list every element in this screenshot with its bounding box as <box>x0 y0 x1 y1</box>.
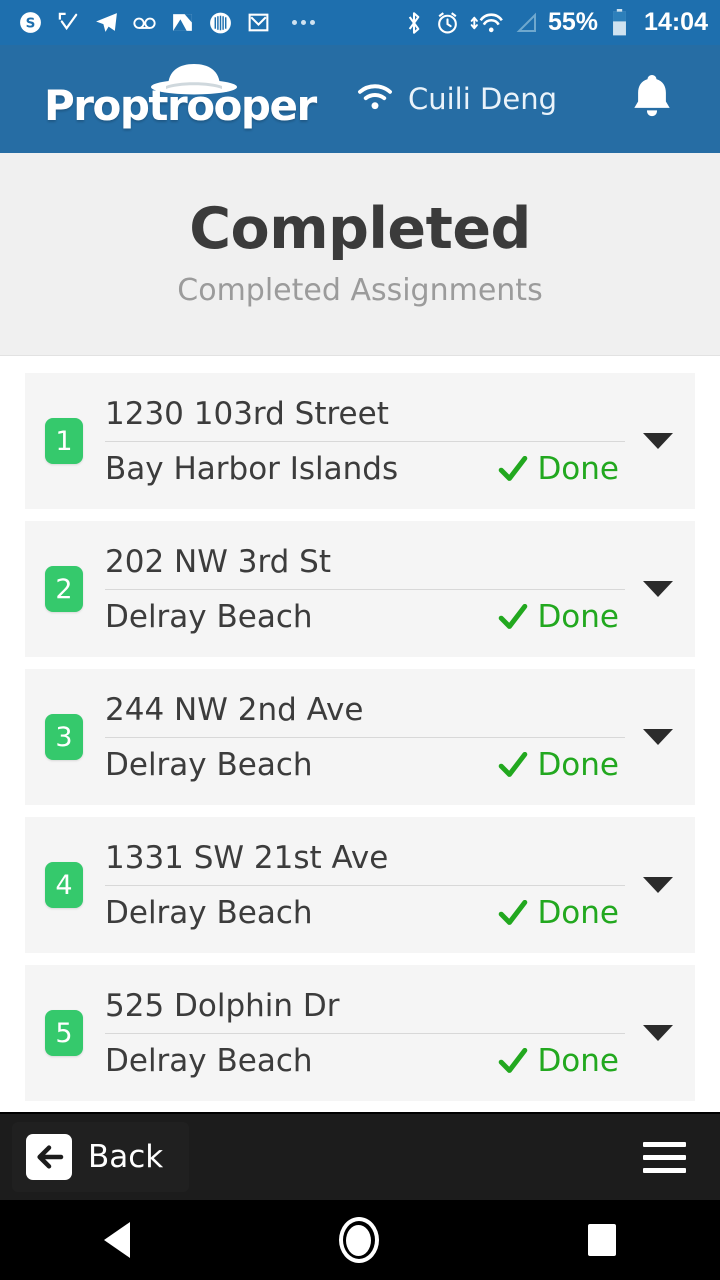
check-icon <box>499 604 528 630</box>
gmail-icon <box>246 10 271 35</box>
chevron-down-icon[interactable] <box>635 729 681 745</box>
assignment-number-badge: 4 <box>45 862 83 908</box>
assignment-number-badge: 2 <box>45 566 83 612</box>
chevron-down-icon[interactable] <box>635 581 681 597</box>
gallery-icon <box>170 10 195 35</box>
bluetooth-icon <box>401 10 426 35</box>
arrow-left-icon <box>26 1134 72 1180</box>
status-badge: Done <box>498 747 625 783</box>
check-icon <box>499 752 528 778</box>
status-label: Done <box>537 451 619 488</box>
assignment-city: Delray Beach <box>105 895 313 932</box>
assignment-city: Delray Beach <box>105 599 313 636</box>
status-badge: Done <box>498 451 625 487</box>
phone-screen: S 55% 14:04 Proptrooper Cuili Deng Compl… <box>0 0 720 1280</box>
nav-back-icon[interactable] <box>104 1222 131 1258</box>
assignment-number-badge: 3 <box>45 714 83 760</box>
assignment-details: 1331 SW 21st Ave Delray Beach Done <box>105 839 625 932</box>
chevron-down-icon[interactable] <box>635 433 681 449</box>
app-brand-label: Proptrooper <box>44 81 317 130</box>
alarm-clock-icon <box>435 10 460 35</box>
wifi-transfer-icon <box>469 10 505 35</box>
assignment-number-badge: 1 <box>45 418 83 464</box>
check-icon <box>499 1048 528 1074</box>
status-bar-system-icons: 55% 14:04 <box>401 8 708 36</box>
status-label: Done <box>537 747 619 784</box>
voicemail-icon <box>132 10 157 35</box>
status-label: Done <box>537 895 619 932</box>
assignment-row[interactable]: 4 1331 SW 21st Ave Delray Beach Done <box>25 817 695 953</box>
back-button-label: Back <box>88 1139 164 1175</box>
wifi-icon <box>356 82 394 117</box>
page-header-section: Completed Completed Assignments <box>0 153 720 356</box>
page-subtitle: Completed Assignments <box>177 273 543 309</box>
clock-label: 14:04 <box>644 8 708 36</box>
android-nav-bar <box>0 1200 720 1280</box>
app-header-bar: Proptrooper Cuili Deng <box>0 45 720 153</box>
assignment-row[interactable]: 3 244 NW 2nd Ave Delray Beach Done <box>25 669 695 805</box>
battery-icon <box>607 8 632 35</box>
checkmark-app-icon <box>56 10 81 35</box>
assignment-row[interactable]: 5 525 Dolphin Dr Delray Beach Done <box>25 965 695 1101</box>
chevron-down-icon[interactable] <box>635 877 681 893</box>
bottom-toolbar: Back <box>0 1112 720 1200</box>
status-badge: Done <box>498 599 625 635</box>
assignment-address: 525 Dolphin Dr <box>105 987 625 1035</box>
assignment-address: 1230 103rd Street <box>105 395 625 443</box>
user-name-label: Cuili Deng <box>408 82 557 116</box>
status-label: Done <box>537 1043 619 1080</box>
telegram-icon <box>94 10 119 35</box>
assignment-row[interactable]: 1 1230 103rd Street Bay Harbor Islands D… <box>25 373 695 509</box>
assignment-city: Delray Beach <box>105 747 313 784</box>
connected-user[interactable]: Cuili Deng <box>356 82 557 117</box>
assignment-address: 1331 SW 21st Ave <box>105 839 625 887</box>
barcode-circle-icon <box>208 10 233 35</box>
signal-icon <box>514 10 539 35</box>
svg-text:S: S <box>26 16 36 32</box>
hamburger-menu-icon[interactable] <box>643 1141 686 1173</box>
assignment-row[interactable]: 2 202 NW 3rd St Delray Beach Done <box>25 521 695 657</box>
assignment-details: 1230 103rd Street Bay Harbor Islands Don… <box>105 395 625 488</box>
assignment-details: 525 Dolphin Dr Delray Beach Done <box>105 987 625 1080</box>
status-badge: Done <box>498 895 625 931</box>
bell-icon[interactable] <box>630 73 674 126</box>
assignment-details: 244 NW 2nd Ave Delray Beach Done <box>105 691 625 784</box>
assignment-address: 244 NW 2nd Ave <box>105 691 625 739</box>
assignment-city: Bay Harbor Islands <box>105 451 399 488</box>
nav-home-icon[interactable] <box>338 1217 379 1263</box>
status-label: Done <box>537 599 619 636</box>
battery-percent-label: 55% <box>548 8 599 36</box>
assignment-number-badge: 5 <box>45 1010 83 1056</box>
back-button[interactable]: Back <box>12 1122 190 1192</box>
check-icon <box>499 456 528 482</box>
assignment-city: Delray Beach <box>105 1043 313 1080</box>
status-badge: Done <box>498 1043 625 1079</box>
status-bar-notification-icons: S <box>12 10 401 35</box>
nav-recents-icon[interactable] <box>587 1224 616 1256</box>
page-title: Completed <box>189 195 531 262</box>
status-bar-overflow-icon <box>292 20 315 25</box>
assignments-list: 1 1230 103rd Street Bay Harbor Islands D… <box>0 356 720 1112</box>
android-status-bar: S 55% 14:04 <box>0 0 720 45</box>
skype-icon: S <box>18 10 43 35</box>
check-icon <box>499 900 528 926</box>
chevron-down-icon[interactable] <box>635 1025 681 1041</box>
assignment-details: 202 NW 3rd St Delray Beach Done <box>105 543 625 636</box>
app-logo[interactable]: Proptrooper <box>44 64 317 134</box>
assignment-address: 202 NW 3rd St <box>105 543 625 591</box>
